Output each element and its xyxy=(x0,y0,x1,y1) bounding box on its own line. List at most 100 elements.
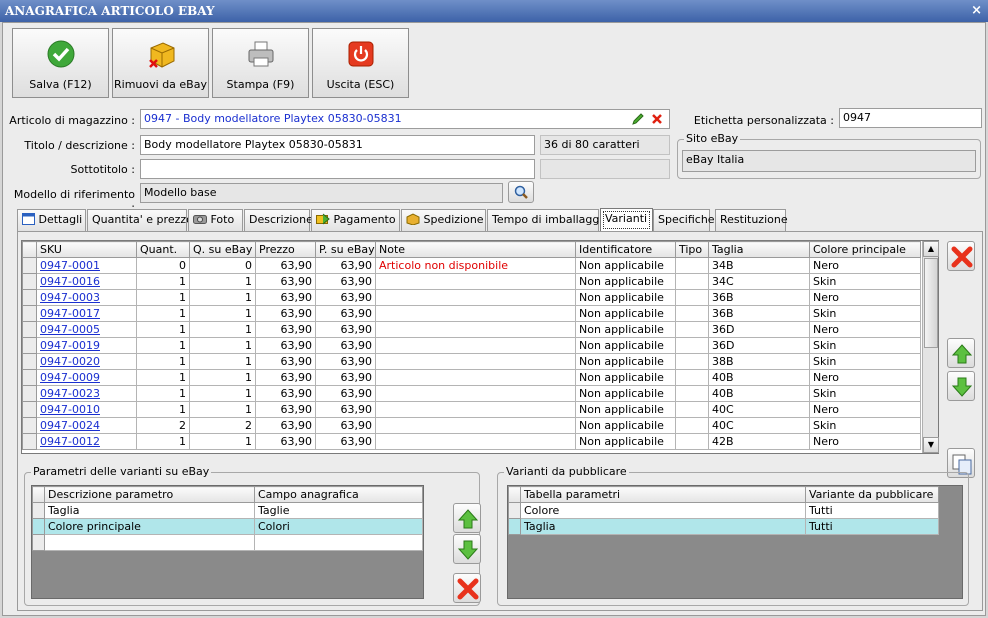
cell-note xyxy=(375,321,576,338)
save-button[interactable]: Salva (F12) xyxy=(12,28,109,98)
empty-cell xyxy=(254,534,423,551)
modello-search-button[interactable] xyxy=(508,181,534,203)
tab-quantita-prezzo[interactable]: Quantita' e prezzo xyxy=(87,209,193,231)
cell-sku[interactable]: 0947-0016 xyxy=(36,273,137,290)
edit-pencil-icon[interactable] xyxy=(631,112,645,126)
param-table-name: Colore xyxy=(520,502,806,519)
table-row[interactable]: 0947-0001 0 0 63,90 63,90 Articolo non dispon… xyxy=(22,257,921,274)
cell-identifier: Non applicabile xyxy=(575,257,676,274)
col-header[interactable]: Tipo xyxy=(675,241,709,258)
params-down-button[interactable] xyxy=(453,534,481,564)
cell-ebay-quantity: 1 xyxy=(189,401,256,418)
cell-sku[interactable]: 0947-0023 xyxy=(36,385,137,402)
print-button[interactable]: Stampa (F9) xyxy=(212,28,309,98)
tab-label: Foto xyxy=(210,213,235,226)
scroll-down-arrow[interactable]: ▼ xyxy=(923,437,939,453)
table-row-empty[interactable] xyxy=(32,534,423,551)
cell-sku[interactable]: 0947-0024 xyxy=(36,417,137,434)
param-description: Taglia xyxy=(44,502,255,519)
col-header[interactable]: Prezzo xyxy=(255,241,316,258)
col-header[interactable]: Taglia xyxy=(708,241,810,258)
tab-pagamento[interactable]: Pagamento xyxy=(311,209,400,231)
table-row[interactable]: 0947-0019 1 1 63,90 63,90 Non applicabile 36D S… xyxy=(22,337,921,354)
publish-grid[interactable]: Tabella parametri Variante da pubblicare… xyxy=(507,485,963,599)
cell-ebay-quantity: 1 xyxy=(189,369,256,386)
table-row[interactable]: 0947-0023 1 1 63,90 63,90 Non applicabile 40B S… xyxy=(22,385,921,402)
cell-sku[interactable]: 0947-0020 xyxy=(36,353,137,370)
remove-from-ebay-button[interactable]: Rimuovi da eBay xyxy=(112,28,209,98)
col-header[interactable]: Descrizione parametro xyxy=(44,486,255,503)
col-header[interactable]: Tabella parametri xyxy=(520,486,806,503)
variant-to-publish[interactable]: Tutti xyxy=(805,518,939,535)
col-header[interactable]: Colore principale xyxy=(809,241,921,258)
cell-price: 63,90 xyxy=(255,385,316,402)
tab-spedizione[interactable]: Spedizione xyxy=(401,209,486,231)
table-row[interactable]: 0947-0017 1 1 63,90 63,90 Non applicabile 36B S… xyxy=(22,305,921,322)
cell-ebay-price: 63,90 xyxy=(315,257,376,274)
sottotitolo-field[interactable] xyxy=(140,159,535,179)
cell-sku[interactable]: 0947-0009 xyxy=(36,369,137,386)
table-row[interactable]: 0947-0010 1 1 63,90 63,90 Non applicabile 40C N… xyxy=(22,401,921,418)
delete-variant-button[interactable] xyxy=(947,241,975,271)
cell-identifier: Non applicabile xyxy=(575,417,676,434)
row-indicator xyxy=(22,321,37,338)
box-remove-icon xyxy=(149,42,175,68)
titolo-field[interactable]: Body modellatore Playtex 05830-05831 xyxy=(140,135,535,155)
params-delete-button[interactable] xyxy=(453,573,481,603)
col-header[interactable]: Variante da pubblicare xyxy=(805,486,939,503)
table-row[interactable]: Colore Tutti xyxy=(508,502,939,519)
tab-varianti[interactable]: Varianti xyxy=(600,208,653,232)
tab-label: Specifiche xyxy=(658,213,715,226)
table-row[interactable]: 0947-0003 1 1 63,90 63,90 Non applicabile 36B N… xyxy=(22,289,921,306)
move-up-button[interactable] xyxy=(947,338,975,368)
col-header[interactable]: SKU xyxy=(36,241,137,258)
move-down-button[interactable] xyxy=(947,371,975,401)
tab-tempo-imballaggio[interactable]: Tempo di imballaggio xyxy=(487,209,609,231)
row-indicator xyxy=(22,417,37,434)
cell-sku[interactable]: 0947-0019 xyxy=(36,337,137,354)
variants-grid[interactable]: SKU Quant. Q. su eBay Prezzo P. su eBay … xyxy=(21,240,939,454)
articolo-field[interactable]: 0947 - Body modellatore Playtex 05830-05… xyxy=(140,109,670,129)
col-header[interactable]: P. su eBay xyxy=(315,241,376,258)
tab-foto[interactable]: Foto xyxy=(188,209,243,231)
cell-sku[interactable]: 0947-0005 xyxy=(36,321,137,338)
tab-specifiche[interactable]: Specifiche xyxy=(653,209,715,231)
table-row[interactable]: 0947-0020 1 1 63,90 63,90 Non applicabile 38B S… xyxy=(22,353,921,370)
table-row[interactable]: Taglia Taglie xyxy=(32,502,423,519)
col-header[interactable]: Q. su eBay xyxy=(189,241,256,258)
cell-main-color: Skin xyxy=(809,385,921,402)
table-row[interactable]: 0947-0005 1 1 63,90 63,90 Non applicabile 36D N… xyxy=(22,321,921,338)
cell-sku[interactable]: 0947-0010 xyxy=(36,401,137,418)
etichetta-field[interactable]: 0947 xyxy=(839,108,982,128)
cell-note xyxy=(375,385,576,402)
table-row[interactable]: 0947-0016 1 1 63,90 63,90 Non applicabile 34C S… xyxy=(22,273,921,290)
scroll-thumb[interactable] xyxy=(924,258,938,348)
variants-scrollbar[interactable]: ▲ ▼ xyxy=(922,241,939,453)
param-field: Colori xyxy=(254,518,423,535)
col-header[interactable]: Note xyxy=(375,241,576,258)
params-grid[interactable]: Descrizione parametro Campo anagrafica T… xyxy=(31,485,424,599)
scroll-up-arrow[interactable]: ▲ xyxy=(923,241,939,257)
table-row[interactable]: 0947-0009 1 1 63,90 63,90 Non applicabile 40B N… xyxy=(22,369,921,386)
table-row[interactable]: Colore principale Colori xyxy=(32,518,423,535)
tab-descrizione[interactable]: Descrizione xyxy=(244,209,313,231)
cell-sku[interactable]: 0947-0012 xyxy=(36,433,137,450)
col-header[interactable]: Identificatore xyxy=(575,241,676,258)
close-icon[interactable]: × xyxy=(971,0,982,22)
clear-x-icon[interactable] xyxy=(651,113,663,125)
cell-sku[interactable]: 0947-0003 xyxy=(36,289,137,306)
variant-to-publish[interactable]: Tutti xyxy=(805,502,939,519)
col-header[interactable]: Campo anagrafica xyxy=(254,486,423,503)
cell-sku[interactable]: 0947-0017 xyxy=(36,305,137,322)
table-row[interactable]: 0947-0012 1 1 63,90 63,90 Non applicabile 42B N… xyxy=(22,433,921,450)
col-header[interactable]: Quant. xyxy=(136,241,190,258)
row-indicator xyxy=(508,502,521,519)
cell-sku[interactable]: 0947-0001 xyxy=(36,257,137,274)
tab-restituzione[interactable]: Restituzione xyxy=(715,209,788,231)
table-row[interactable]: Taglia Tutti xyxy=(508,518,939,535)
params-up-button[interactable] xyxy=(453,503,481,533)
cell-price: 63,90 xyxy=(255,305,316,322)
exit-button[interactable]: Uscita (ESC) xyxy=(312,28,409,98)
tab-dettagli[interactable]: Dettagli xyxy=(17,209,86,231)
table-row[interactable]: 0947-0024 2 2 63,90 63,90 Non applicabile 40C S… xyxy=(22,417,921,434)
